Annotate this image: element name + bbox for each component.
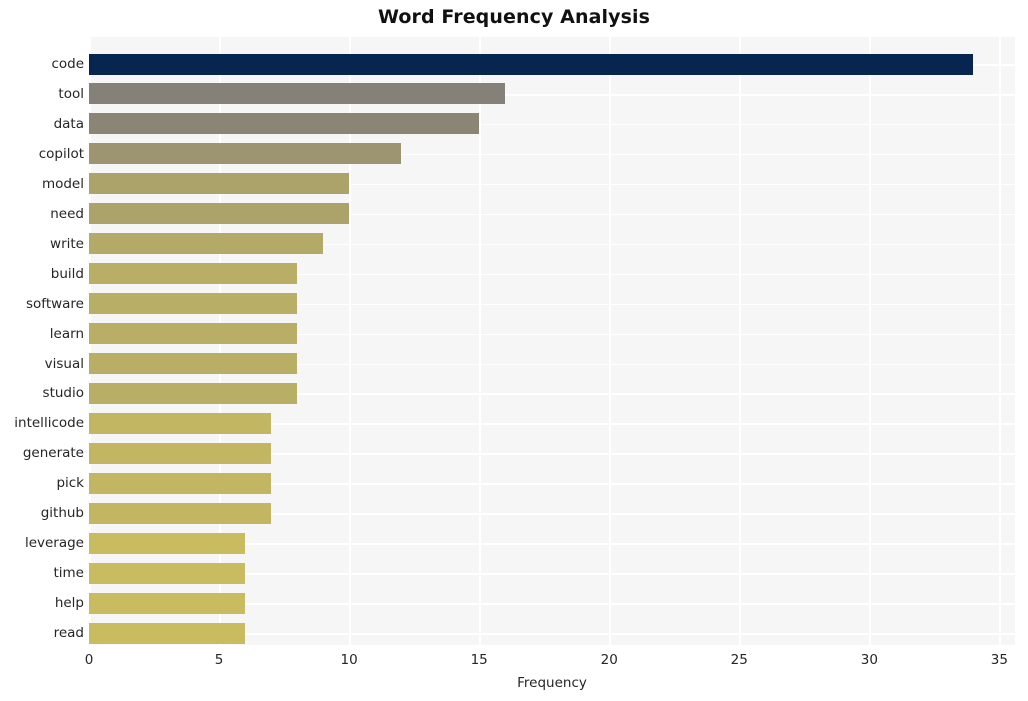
y-axis-tick-label: code xyxy=(51,56,84,72)
bar xyxy=(89,53,974,75)
x-axis-tick-label: 30 xyxy=(860,652,878,668)
bar xyxy=(89,412,272,434)
bar xyxy=(89,203,350,225)
bar xyxy=(89,233,324,255)
bars-layer xyxy=(89,37,1015,645)
y-axis-tick-label: tool xyxy=(58,85,84,102)
bar xyxy=(89,562,246,584)
y-axis-tick-label: time xyxy=(53,565,84,582)
y-axis-tick-label: pick xyxy=(56,475,84,492)
bar xyxy=(89,592,246,614)
y-axis-tick-label: write xyxy=(50,235,84,252)
y-axis-tick-label: need xyxy=(50,205,84,222)
bar xyxy=(89,442,272,464)
y-axis-tick-label: intellicode xyxy=(14,415,84,432)
bar xyxy=(89,382,298,404)
x-axis-tick-label: 20 xyxy=(600,652,618,668)
y-axis-tick-label: model xyxy=(41,175,84,192)
y-axis-tick-label: copilot xyxy=(38,145,84,162)
x-axis-tick-label: 10 xyxy=(340,652,358,668)
y-axis-tick-label: build xyxy=(50,265,84,282)
bar xyxy=(89,263,298,285)
y-axis-tick-label: generate xyxy=(22,445,84,462)
x-axis-tick-label: 35 xyxy=(990,652,1008,668)
x-axis-tick-label: 0 xyxy=(84,652,94,668)
bar xyxy=(89,353,298,374)
y-axis-tick-label: help xyxy=(54,595,84,612)
bar xyxy=(89,472,272,494)
y-axis-tick-label: studio xyxy=(42,385,84,402)
bar xyxy=(89,173,350,195)
x-axis-tick-label: 25 xyxy=(730,652,748,668)
y-axis-tick-label: github xyxy=(40,505,84,522)
y-axis-tick-label: learn xyxy=(49,325,84,342)
bar xyxy=(89,113,480,135)
y-axis-tick-label: data xyxy=(53,115,84,132)
plot-area xyxy=(89,37,1015,645)
bar xyxy=(89,293,298,315)
y-axis-tick-label: leverage xyxy=(24,535,84,552)
x-axis-title: Frequency xyxy=(517,675,587,691)
y-axis-tick-label: software xyxy=(26,295,84,312)
x-axis-tick-label: 5 xyxy=(214,652,224,668)
y-axis-tick-label: read xyxy=(53,625,84,642)
bar xyxy=(89,532,246,554)
chart-title: Word Frequency Analysis xyxy=(377,6,651,28)
word-frequency-chart: Word Frequency Analysis code tool data copi… xyxy=(0,0,1028,701)
bar xyxy=(89,502,272,524)
bar xyxy=(89,83,506,105)
bar xyxy=(89,143,402,165)
x-axis-tick-label: 15 xyxy=(470,652,488,668)
x-axis-tick-labels: 0 5 10 15 20 25 30 35 xyxy=(0,652,1028,674)
y-axis-tick-label: visual xyxy=(44,355,84,372)
bar xyxy=(89,323,298,345)
bar xyxy=(89,622,246,644)
y-axis-tick-labels: code tool data copilot model need write build so… xyxy=(0,37,84,645)
